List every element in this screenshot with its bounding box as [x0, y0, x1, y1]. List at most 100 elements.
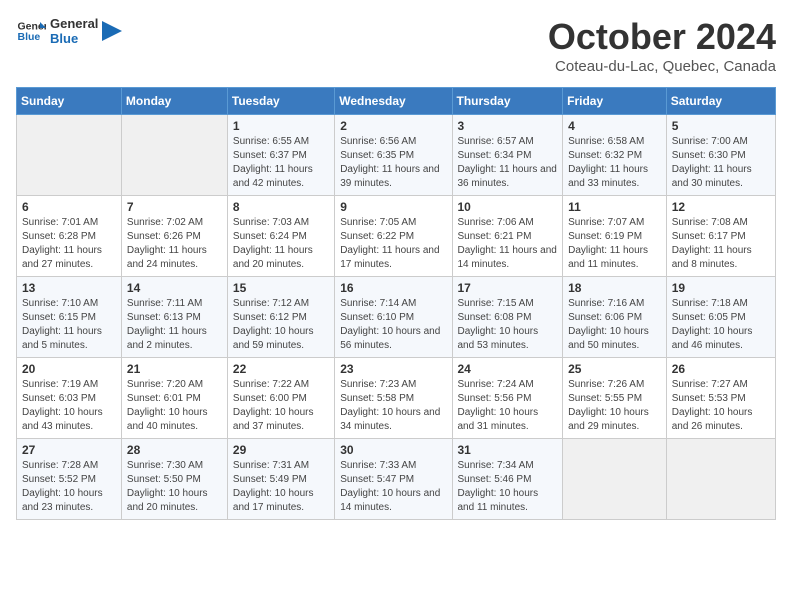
day-number: 29	[233, 443, 329, 457]
day-info: Sunrise: 7:20 AM Sunset: 6:01 PM Dayligh…	[127, 378, 222, 434]
calendar-cell	[121, 115, 227, 196]
calendar-cell: 25Sunrise: 7:26 AM Sunset: 5:55 PM Dayli…	[563, 358, 667, 439]
week-row-5: 27Sunrise: 7:28 AM Sunset: 5:52 PM Dayli…	[17, 439, 776, 520]
calendar-cell: 5 Sunrise: 7:00 AM Sunset: 6:30 PM Daylig…	[666, 115, 775, 196]
day-number: 18	[568, 281, 661, 295]
logo-arrow-icon	[102, 21, 122, 41]
day-info: Sunrise: 6:58 AM Sunset: 6:32 PM Dayligh…	[568, 135, 661, 191]
calendar-cell: 20 Sunrise: 7:19 AM Sunset: 6:03 PM Dayli…	[17, 358, 122, 439]
day-info: Sunrise: 7:12 AM Sunset: 6:12 PM Dayligh…	[233, 297, 329, 353]
day-number: 23	[340, 362, 446, 376]
day-info: Sunrise: 7:34 AM Sunset: 5:46 PM Dayligh…	[458, 459, 558, 515]
calendar-cell: 18 Sunrise: 7:16 AM Sunset: 6:06 PM Dayli…	[563, 277, 667, 358]
calendar-cell: 8 Sunrise: 7:03 AM Sunset: 6:24 PM Daylig…	[227, 196, 334, 277]
day-number: 21	[127, 362, 222, 376]
day-number: 11	[568, 200, 661, 214]
day-info: Sunrise: 7:31 AM Sunset: 5:49 PM Dayligh…	[233, 459, 329, 515]
month-title: October 2024	[548, 16, 776, 58]
day-number: 5	[672, 119, 770, 133]
day-info: Sunrise: 7:30 AM Sunset: 5:50 PM Dayligh…	[127, 459, 222, 515]
calendar-header: Sunday Monday Tuesday Wednesday Thursday…	[17, 88, 776, 115]
day-info: Sunrise: 7:14 AM Sunset: 6:10 PM Dayligh…	[340, 297, 446, 353]
header-saturday: Saturday	[666, 88, 775, 115]
header-wednesday: Wednesday	[335, 88, 452, 115]
logo-blue: Blue	[50, 31, 98, 46]
header-row: Sunday Monday Tuesday Wednesday Thursday…	[17, 88, 776, 115]
day-number: 31	[458, 443, 558, 457]
day-number: 8	[233, 200, 329, 214]
day-number: 10	[458, 200, 558, 214]
day-number: 20	[22, 362, 116, 376]
day-number: 30	[340, 443, 446, 457]
day-info: Sunrise: 6:55 AM Sunset: 6:37 PM Dayligh…	[233, 135, 329, 191]
calendar-cell: 30 Sunrise: 7:33 AM Sunset: 5:47 PM Dayli…	[335, 439, 452, 520]
day-number: 7	[127, 200, 222, 214]
header-friday: Friday	[563, 88, 667, 115]
day-number: 24	[458, 362, 558, 376]
day-info: Sunrise: 7:07 AM Sunset: 6:19 PM Dayligh…	[568, 216, 661, 272]
calendar-cell: 14Sunrise: 7:11 AM Sunset: 6:13 PM Dayli…	[121, 277, 227, 358]
calendar-cell: 9Sunrise: 7:05 AM Sunset: 6:22 PM Daylig…	[335, 196, 452, 277]
calendar-cell	[666, 439, 775, 520]
day-info: Sunrise: 7:16 AM Sunset: 6:06 PM Dayligh…	[568, 297, 661, 353]
day-info: Sunrise: 7:00 AM Sunset: 6:30 PM Dayligh…	[672, 135, 770, 191]
header-tuesday: Tuesday	[227, 88, 334, 115]
day-info: Sunrise: 7:27 AM Sunset: 5:53 PM Dayligh…	[672, 378, 770, 434]
day-number: 14	[127, 281, 222, 295]
logo-icon: General Blue	[16, 16, 46, 46]
day-number: 13	[22, 281, 116, 295]
day-info: Sunrise: 7:01 AM Sunset: 6:28 PM Dayligh…	[22, 216, 116, 272]
day-number: 28	[127, 443, 222, 457]
calendar-cell: 13 Sunrise: 7:10 AM Sunset: 6:15 PM Dayli…	[17, 277, 122, 358]
day-info: Sunrise: 7:03 AM Sunset: 6:24 PM Dayligh…	[233, 216, 329, 272]
calendar-cell: 1 Sunrise: 6:55 AM Sunset: 6:37 PM Daylig…	[227, 115, 334, 196]
title-section: October 2024 Coteau-du-Lac, Quebec, Cana…	[548, 16, 776, 75]
header-thursday: Thursday	[452, 88, 563, 115]
logo-general: General	[50, 16, 98, 31]
calendar-cell: 24 Sunrise: 7:24 AM Sunset: 5:56 PM Dayli…	[452, 358, 563, 439]
day-info: Sunrise: 7:18 AM Sunset: 6:05 PM Dayligh…	[672, 297, 770, 353]
svg-text:Blue: Blue	[18, 31, 41, 43]
day-info: Sunrise: 7:23 AM Sunset: 5:58 PM Dayligh…	[340, 378, 446, 434]
header-sunday: Sunday	[17, 88, 122, 115]
calendar-cell: 4Sunrise: 6:58 AM Sunset: 6:32 PM Daylig…	[563, 115, 667, 196]
day-number: 1	[233, 119, 329, 133]
calendar-cell: 6 Sunrise: 7:01 AM Sunset: 6:28 PM Daylig…	[17, 196, 122, 277]
calendar-cell: 21 Sunrise: 7:20 AM Sunset: 6:01 PM Dayli…	[121, 358, 227, 439]
day-number: 15	[233, 281, 329, 295]
day-number: 16	[340, 281, 446, 295]
calendar-cell: 17Sunrise: 7:15 AM Sunset: 6:08 PM Dayli…	[452, 277, 563, 358]
calendar-cell: 28 Sunrise: 7:30 AM Sunset: 5:50 PM Dayli…	[121, 439, 227, 520]
day-info: Sunrise: 6:56 AM Sunset: 6:35 PM Dayligh…	[340, 135, 446, 191]
calendar-cell: 12 Sunrise: 7:08 AM Sunset: 6:17 PM Dayli…	[666, 196, 775, 277]
calendar-cell: 22Sunrise: 7:22 AM Sunset: 6:00 PM Dayli…	[227, 358, 334, 439]
calendar-cell: 15 Sunrise: 7:12 AM Sunset: 6:12 PM Dayli…	[227, 277, 334, 358]
calendar-cell: 26Sunrise: 7:27 AM Sunset: 5:53 PM Dayli…	[666, 358, 775, 439]
day-info: Sunrise: 7:26 AM Sunset: 5:55 PM Dayligh…	[568, 378, 661, 434]
week-row-2: 6 Sunrise: 7:01 AM Sunset: 6:28 PM Daylig…	[17, 196, 776, 277]
calendar-cell: 27Sunrise: 7:28 AM Sunset: 5:52 PM Dayli…	[17, 439, 122, 520]
calendar-cell: 2Sunrise: 6:56 AM Sunset: 6:35 PM Daylig…	[335, 115, 452, 196]
calendar-cell: 7 Sunrise: 7:02 AM Sunset: 6:26 PM Daylig…	[121, 196, 227, 277]
day-info: Sunrise: 7:33 AM Sunset: 5:47 PM Dayligh…	[340, 459, 446, 515]
day-info: Sunrise: 7:05 AM Sunset: 6:22 PM Dayligh…	[340, 216, 446, 272]
day-info: Sunrise: 6:57 AM Sunset: 6:34 PM Dayligh…	[458, 135, 558, 191]
calendar-cell: 31 Sunrise: 7:34 AM Sunset: 5:46 PM Dayli…	[452, 439, 563, 520]
day-number: 3	[458, 119, 558, 133]
calendar-cell: 10Sunrise: 7:06 AM Sunset: 6:21 PM Dayli…	[452, 196, 563, 277]
day-info: Sunrise: 7:19 AM Sunset: 6:03 PM Dayligh…	[22, 378, 116, 434]
day-info: Sunrise: 7:24 AM Sunset: 5:56 PM Dayligh…	[458, 378, 558, 434]
calendar-cell	[17, 115, 122, 196]
day-info: Sunrise: 7:02 AM Sunset: 6:26 PM Dayligh…	[127, 216, 222, 272]
location-subtitle: Coteau-du-Lac, Quebec, Canada	[548, 58, 776, 75]
day-number: 17	[458, 281, 558, 295]
day-number: 12	[672, 200, 770, 214]
calendar-cell: 11 Sunrise: 7:07 AM Sunset: 6:19 PM Dayli…	[563, 196, 667, 277]
logo: General Blue General Blue	[16, 16, 122, 46]
day-number: 6	[22, 200, 116, 214]
day-info: Sunrise: 7:22 AM Sunset: 6:00 PM Dayligh…	[233, 378, 329, 434]
day-info: Sunrise: 7:08 AM Sunset: 6:17 PM Dayligh…	[672, 216, 770, 272]
day-info: Sunrise: 7:10 AM Sunset: 6:15 PM Dayligh…	[22, 297, 116, 353]
week-row-3: 13 Sunrise: 7:10 AM Sunset: 6:15 PM Dayli…	[17, 277, 776, 358]
day-number: 19	[672, 281, 770, 295]
